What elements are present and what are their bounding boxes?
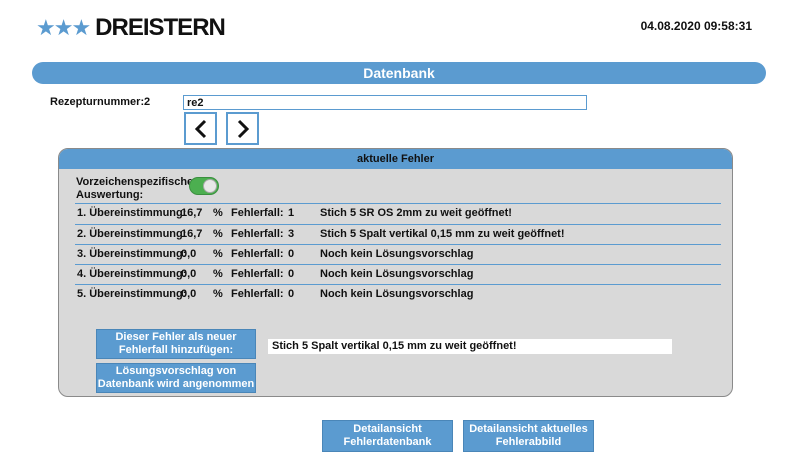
match-value: 0,0 — [181, 248, 197, 260]
match-row: 1. Übereinstimmung: 16,7 % Fehlerfall: 1… — [75, 203, 721, 223]
logo-stars-icon: ★★★ — [36, 15, 91, 40]
error-case-label: Fehlerfall: — [231, 288, 284, 300]
match-value: 16,7 — [181, 228, 203, 240]
match-message: Noch kein Lösungsvorschlag — [320, 248, 474, 260]
match-row: 5. Übereinstimmung: 0,0 % Fehlerfall: 0 … — [75, 284, 721, 304]
match-percent-sign: % — [213, 207, 223, 219]
match-percent-sign: % — [213, 268, 223, 280]
match-label: 2. Übereinstimmung: — [77, 228, 187, 240]
match-percent-sign: % — [213, 228, 223, 240]
panel-title: aktuelle Fehler — [59, 149, 732, 169]
previous-button[interactable] — [184, 112, 217, 145]
error-case-value: 0 — [288, 248, 295, 260]
error-case-label: Fehlerfall: — [231, 207, 284, 219]
toggle-knob — [203, 179, 217, 193]
error-case-value: 0 — [288, 268, 295, 280]
accept-solution-button[interactable]: Lösungsvorschlag von Datenbank wird ange… — [96, 363, 256, 393]
page-title: Datenbank — [32, 62, 766, 84]
error-case-value: 1 — [288, 207, 295, 219]
chevron-left-icon — [194, 119, 206, 138]
sign-specific-label: Vorzeichenspezifische Auswertung: — [76, 176, 194, 201]
match-value: 0,0 — [181, 268, 197, 280]
chevron-right-icon — [237, 119, 249, 138]
match-row: 3. Übereinstimmung: 0,0 % Fehlerfall: 0 … — [75, 244, 721, 264]
error-description-field[interactable]: Stich 5 Spalt vertikal 0,15 mm zu weit g… — [268, 339, 672, 354]
match-label: 3. Übereinstimmung: — [77, 248, 187, 260]
match-label: 1. Übereinstimmung: — [77, 207, 187, 219]
match-row: 2. Übereinstimmung: 16,7 % Fehlerfall: 3… — [75, 224, 721, 244]
match-value: 16,7 — [181, 207, 203, 219]
recipe-number-label: Rezepturnummer: — [50, 96, 145, 108]
match-label: 5. Übereinstimmung: — [77, 288, 187, 300]
match-message: Stich 5 SR OS 2mm zu weit geöffnet! — [320, 207, 512, 219]
sign-specific-toggle[interactable] — [189, 177, 219, 195]
recipe-number-value: 2 — [144, 96, 151, 108]
error-case-label: Fehlerfall: — [231, 268, 284, 280]
match-percent-sign: % — [213, 288, 223, 300]
detail-error-image-button[interactable]: Detailansicht aktuelles Fehlerabbild — [463, 420, 594, 452]
error-case-value: 3 — [288, 228, 295, 240]
match-percent-sign: % — [213, 248, 223, 260]
datetime-display: 04.08.2020 09:58:31 — [640, 19, 752, 33]
match-message: Noch kein Lösungsvorschlag — [320, 288, 474, 300]
add-error-case-button[interactable]: Dieser Fehler als neuer Fehlerfall hinzu… — [96, 329, 256, 359]
match-row: 4. Übereinstimmung: 0,0 % Fehlerfall: 0 … — [75, 264, 721, 284]
error-case-value: 0 — [288, 288, 295, 300]
dreistern-logo: ★★★ DREISTERN — [36, 14, 226, 41]
detail-error-database-button[interactable]: Detailansicht Fehlerdatenbank — [322, 420, 453, 452]
match-message: Noch kein Lösungsvorschlag — [320, 268, 474, 280]
match-message: Stich 5 Spalt vertikal 0,15 mm zu weit g… — [320, 228, 565, 240]
error-case-label: Fehlerfall: — [231, 248, 284, 260]
recipe-name-input[interactable] — [183, 95, 587, 110]
current-errors-panel: aktuelle Fehler Vorzeichenspezifische Au… — [58, 148, 733, 397]
match-value: 0,0 — [181, 288, 197, 300]
match-label: 4. Übereinstimmung: — [77, 268, 187, 280]
logo-text: DREISTERN — [95, 14, 226, 41]
error-case-label: Fehlerfall: — [231, 228, 284, 240]
next-button[interactable] — [226, 112, 259, 145]
